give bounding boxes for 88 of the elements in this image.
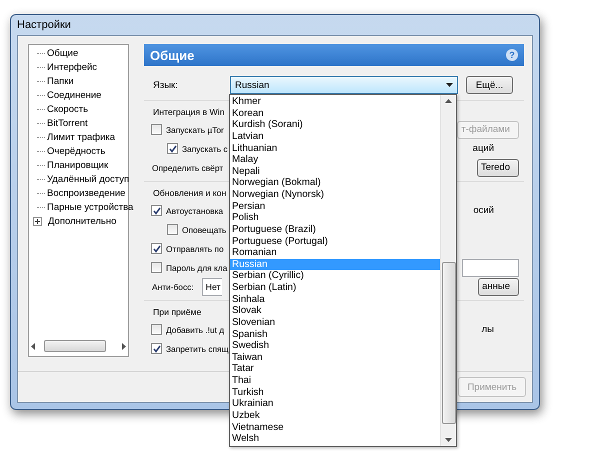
language-option[interactable]: Portuguese (Brazil): [230, 224, 440, 236]
window-title: Настройки: [17, 18, 72, 33]
group-heading: Интеграция в Win: [152, 106, 225, 119]
tree-item[interactable]: Общие: [47, 48, 78, 58]
tree-item[interactable]: Скорость: [47, 104, 88, 114]
language-option[interactable]: Norwegian (Bokmal): [230, 177, 440, 189]
language-label: Язык:: [153, 80, 179, 90]
checkbox-label: Добавить .!ut д: [165, 324, 224, 334]
language-option[interactable]: Lithuanian: [230, 142, 440, 154]
tree-item[interactable]: Очерёдность: [47, 146, 106, 156]
language-option[interactable]: Latvian: [230, 130, 440, 142]
language-option[interactable]: Polish: [230, 212, 440, 224]
tree-item[interactable]: Планировщик: [47, 160, 108, 170]
check-icon: [168, 144, 176, 152]
checkbox[interactable]: [151, 343, 162, 354]
language-option[interactable]: Slovak: [230, 305, 440, 317]
scroll-right-icon[interactable]: [121, 342, 126, 350]
language-option[interactable]: Malay: [230, 154, 440, 166]
language-option[interactable]: Serbian (Latin): [230, 282, 440, 294]
tree-item[interactable]: Лимит трафика: [47, 132, 116, 142]
language-option[interactable]: Slovenian: [230, 316, 440, 328]
group-heading: При приёме: [152, 306, 202, 319]
checkbox-label: Запускать с: [181, 144, 228, 154]
checkbox-label: Оповещать: [181, 224, 226, 234]
language-option[interactable]: Portuguese (Portugal): [230, 236, 440, 248]
checkbox[interactable]: [151, 262, 162, 273]
checkbox[interactable]: [167, 143, 178, 154]
checkbox[interactable]: [151, 205, 162, 216]
help-button[interactable]: ?: [506, 49, 518, 61]
language-option[interactable]: Korean: [230, 108, 440, 120]
action-button[interactable]: Teredo: [476, 158, 519, 176]
language-option[interactable]: Vietnamese: [230, 422, 440, 434]
language-option[interactable]: Tatar: [230, 363, 440, 375]
language-option[interactable]: Welsh: [230, 433, 440, 445]
checkbox[interactable]: [151, 324, 162, 335]
option-label: лы: [482, 324, 494, 335]
check-icon: [152, 206, 160, 214]
tree-item[interactable]: Воспроизведение: [47, 188, 126, 198]
option-label: аций: [472, 143, 494, 154]
language-option[interactable]: Romanian: [230, 247, 440, 259]
tree-item[interactable]: Парные устройства: [47, 202, 134, 212]
scrollbar-thumb[interactable]: [442, 262, 456, 424]
checkbox-label: Отправлять по: [165, 244, 224, 254]
scrollbar-thumb[interactable]: [44, 340, 106, 352]
checkbox[interactable]: [151, 124, 162, 135]
language-option[interactable]: Norwegian (Nynorsk): [230, 189, 440, 201]
checkbox-label: Пароль для кла: [165, 262, 228, 272]
checkbox-label: Автоустановка: [165, 206, 224, 216]
language-option[interactable]: Taiwan: [230, 352, 440, 364]
scroll-up-icon[interactable]: [445, 99, 452, 103]
language-option[interactable]: Nepali: [230, 166, 440, 178]
language-option[interactable]: Khmer: [230, 96, 440, 108]
check-icon: [152, 244, 160, 252]
tree-item[interactable]: Папки: [47, 76, 74, 86]
language-option[interactable]: Kurdish (Sorani): [230, 119, 440, 131]
password-field[interactable]: [462, 258, 519, 276]
tree-item[interactable]: Соединение: [47, 90, 102, 100]
tree-item[interactable]: BitTorrent: [47, 118, 88, 128]
checkbox-label: Запретить спящ: [165, 344, 228, 354]
tree-item[interactable]: Интерфейс: [47, 62, 98, 72]
language-option[interactable]: Swedish: [230, 340, 440, 352]
select-field[interactable]: Нет: [202, 278, 222, 296]
language-option[interactable]: Spanish: [230, 328, 440, 340]
option-label: осий: [473, 205, 494, 216]
checkbox-label: Запускать µTor: [165, 124, 224, 134]
scroll-down-icon[interactable]: [445, 438, 452, 442]
language-option[interactable]: Uzbek: [230, 410, 440, 422]
scroll-left-icon[interactable]: [31, 342, 36, 350]
tree-item[interactable]: Удалённый доступ: [47, 174, 130, 184]
checkbox[interactable]: [167, 224, 178, 235]
language-option[interactable]: Thai: [230, 375, 440, 387]
more-button[interactable]: Ещё...: [466, 76, 513, 94]
language-option[interactable]: Serbian (Cyrillic): [230, 270, 440, 282]
panel-title: Общие: [150, 48, 194, 62]
language-option[interactable]: Ukrainian: [230, 398, 440, 410]
option-label: Анти-босс:: [151, 282, 194, 292]
expand-icon[interactable]: [33, 216, 42, 226]
check-icon: [152, 344, 160, 352]
caret-icon: [446, 83, 453, 87]
option-label: Определить свёрт: [151, 162, 224, 172]
group-heading: Обновления и кон: [152, 187, 226, 200]
checkbox[interactable]: [151, 243, 162, 254]
action-button[interactable]: анные: [478, 278, 519, 296]
tree-item[interactable]: Дополнительно: [48, 216, 116, 226]
language-option[interactable]: Persian: [230, 200, 440, 212]
language-option[interactable]: Sinhala: [230, 294, 440, 306]
language-dropdown[interactable]: Russian: [230, 76, 458, 94]
language-option[interactable]: Turkish: [230, 386, 440, 398]
